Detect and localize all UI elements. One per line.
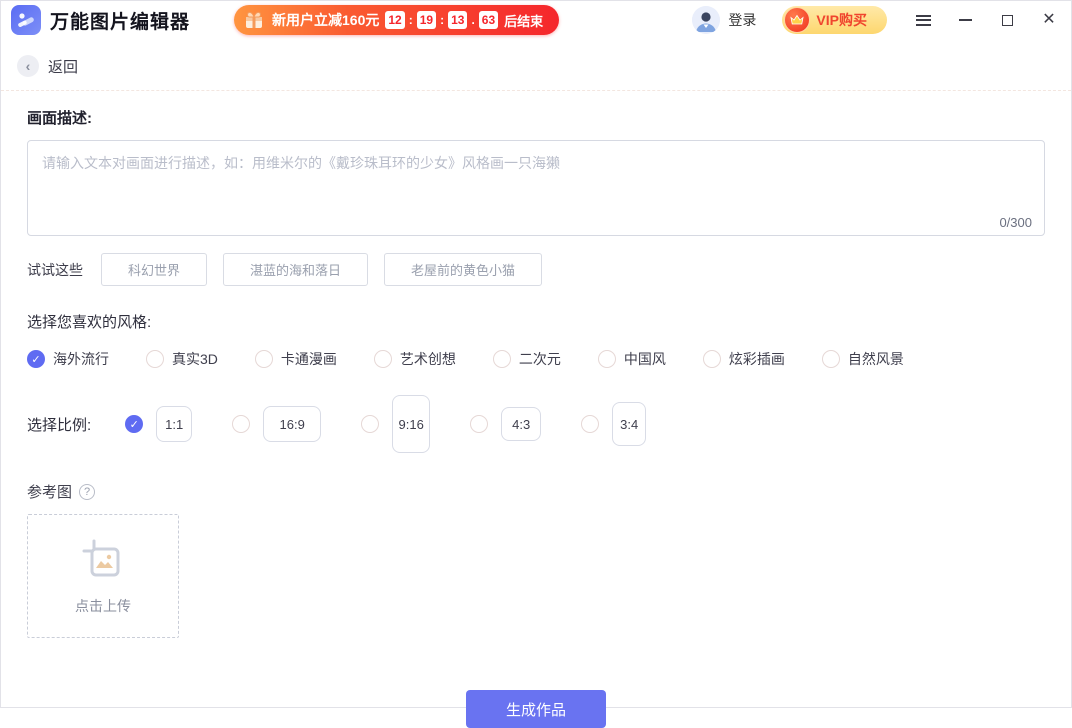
countdown-separator: : (440, 13, 445, 27)
countdown-minutes: 19 (416, 11, 437, 29)
style-option[interactable]: 炫彩插画 (702, 349, 785, 369)
ratio-option[interactable]: 16:9 (232, 406, 322, 442)
ratio-option[interactable]: 9:16 (361, 395, 431, 453)
description-field-wrap: 0/300 (27, 140, 1045, 236)
ratio-option-selected[interactable]: ✓ 1:1 (125, 406, 193, 442)
app-title: 万能图片编辑器 (50, 11, 191, 33)
description-label: 画面描述: (27, 110, 92, 127)
suggestions-label: 试试这些 (27, 261, 83, 278)
style-option[interactable]: 卡通漫画 (254, 349, 337, 369)
radio-icon (597, 350, 616, 368)
ratio-option[interactable]: 3:4 (581, 402, 647, 446)
window-controls: ✕ (915, 12, 1057, 28)
style-option-label: 海外流行 (53, 351, 109, 367)
crown-icon (784, 7, 811, 33)
titlebar: 万能图片编辑器 新用户立减160元 12 : 19 : 13 . 63 后结束 (1, 1, 1071, 39)
maximize-icon (1001, 14, 1013, 26)
countdown-hours: 12 (385, 11, 405, 29)
style-option-selected[interactable]: ✓ 海外流行 (27, 349, 109, 369)
ratio-box: 4:3 (501, 407, 542, 441)
style-option-label: 艺术创想 (399, 351, 456, 367)
radio-icon (492, 350, 511, 368)
promo-banner[interactable]: 新用户立减160元 12 : 19 : 13 . 63 后结束 (234, 5, 560, 35)
back-label[interactable]: 返回 (48, 56, 78, 77)
back-button[interactable]: ‹ (17, 55, 39, 77)
back-row: ‹ 返回 (1, 39, 1071, 77)
promo-suffix: 后结束 (504, 13, 544, 29)
radio-checked-icon: ✓ (125, 415, 144, 433)
suggestion-chip[interactable]: 老屋前的黄色小猫 (384, 253, 543, 286)
maximize-button[interactable] (999, 12, 1015, 28)
app-logo-icon (11, 5, 41, 35)
char-counter: 0/300 (999, 215, 1032, 230)
countdown-separator: . (471, 13, 475, 27)
vip-label: VIP购买 (816, 12, 867, 28)
radio-checked-icon: ✓ (27, 350, 45, 368)
ratio-label: 选择比例: (27, 416, 92, 434)
styles-label: 选择您喜欢的风格: (27, 314, 152, 331)
generate-button[interactable]: 生成作品 (466, 690, 606, 728)
style-option-label: 卡通漫画 (280, 351, 337, 367)
radio-icon (232, 415, 251, 433)
suggestions-row: 试试这些 科幻世界 湛蓝的海和落日 老屋前的黄色小猫 (27, 253, 1045, 286)
radio-icon (373, 350, 392, 368)
close-icon: ✕ (1042, 11, 1056, 28)
ratio-box: 16:9 (263, 406, 322, 442)
minimize-button[interactable] (957, 12, 973, 28)
countdown-ms: 63 (478, 11, 499, 29)
radio-icon (254, 350, 273, 368)
ratio-box: 1:1 (156, 406, 193, 442)
suggestion-chip[interactable]: 科幻世界 (101, 253, 208, 286)
promo-text: 新用户立减160元 (272, 12, 380, 28)
style-option-label: 中国风 (623, 351, 666, 367)
style-option[interactable]: 二次元 (492, 349, 561, 369)
styles-row: ✓ 海外流行 真实3D 卡通漫画 艺术创想 二次元 中国风 炫彩插画 自然风景 (27, 349, 1045, 369)
suggestion-chip[interactable]: 湛蓝的海和落日 (223, 253, 369, 286)
radio-icon (821, 350, 840, 368)
minimize-icon (958, 19, 972, 21)
gift-icon (242, 8, 266, 32)
countdown-separator: : (408, 13, 413, 27)
user-avatar[interactable] (692, 6, 721, 34)
radio-icon (361, 415, 380, 433)
ratio-box: 9:16 (392, 395, 431, 453)
hamburger-icon (915, 14, 931, 26)
style-option-label: 二次元 (518, 351, 561, 367)
style-option[interactable]: 真实3D (146, 349, 218, 369)
ratio-row: 选择比例: ✓ 1:1 16:9 9:16 4:3 3:4 (27, 395, 1045, 453)
ratio-option[interactable]: 4:3 (470, 407, 542, 441)
chevron-left-icon: ‹ (25, 58, 31, 74)
login-button[interactable]: 登录 (728, 10, 756, 30)
menu-button[interactable] (915, 12, 931, 28)
style-option-label: 自然风景 (847, 351, 904, 367)
radio-icon (146, 350, 164, 368)
titlebar-right: 登录 VIP购买 ✕ (692, 6, 1057, 34)
reference-row: 参考图 ? (27, 481, 1045, 502)
radio-icon (581, 415, 600, 433)
style-option[interactable]: 自然风景 (821, 349, 904, 369)
upload-label: 点击上传 (75, 597, 131, 614)
upload-box[interactable]: 点击上传 (27, 514, 179, 638)
radio-icon (470, 415, 489, 433)
section-divider (1, 90, 1071, 91)
style-option-label: 真实3D (172, 351, 218, 367)
style-option-label: 炫彩插画 (728, 351, 785, 367)
upload-image-icon (80, 537, 126, 583)
style-option[interactable]: 艺术创想 (373, 349, 456, 369)
ratio-box: 3:4 (612, 402, 647, 446)
description-textarea[interactable] (28, 141, 1044, 215)
reference-label: 参考图 (27, 484, 73, 501)
close-button[interactable]: ✕ (1041, 12, 1057, 28)
radio-icon (702, 350, 721, 368)
style-option[interactable]: 中国风 (597, 349, 666, 369)
main-content: 画面描述: 0/300 试试这些 科幻世界 湛蓝的海和落日 老屋前的黄色小猫 选… (1, 107, 1071, 728)
countdown-seconds: 13 (448, 11, 468, 29)
vip-purchase-button[interactable]: VIP购买 (782, 6, 887, 34)
help-icon[interactable]: ? (79, 483, 96, 500)
